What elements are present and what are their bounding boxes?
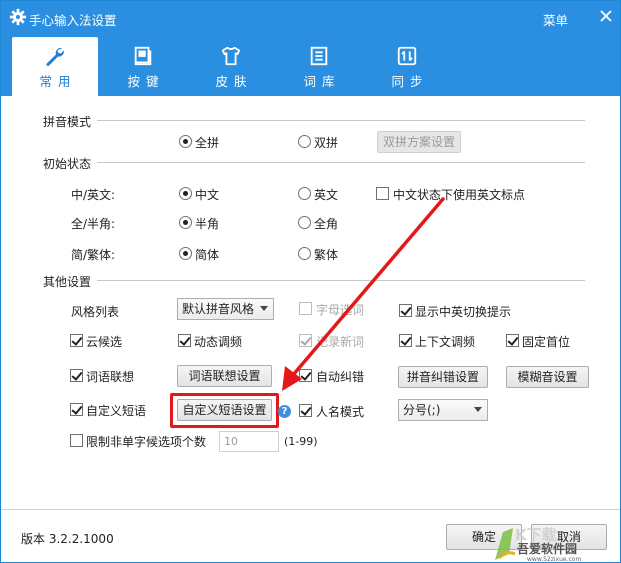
label-dynamic-freq: 动态调频 bbox=[194, 335, 243, 349]
divider bbox=[97, 280, 585, 281]
label-context-freq: 上下文调频 bbox=[415, 335, 476, 349]
footer-divider bbox=[1, 509, 620, 510]
tab-sync[interactable]: 同步 bbox=[364, 37, 450, 96]
tab-lexicon[interactable]: 词库 bbox=[276, 37, 362, 96]
settings-panel: 拼音模式 全拼 双拼 双拼方案设置 初始状态 中/英文: 中文 英文 中文状态下… bbox=[1, 96, 620, 562]
checkbox-context-freq[interactable] bbox=[399, 334, 412, 347]
section-initial-state: 初始状态 bbox=[43, 157, 92, 171]
label-script: 简/繁体: bbox=[71, 248, 116, 262]
radio-traditional[interactable] bbox=[298, 247, 311, 260]
checkbox-auto-correct[interactable] bbox=[299, 369, 312, 382]
label-lang: 中/英文: bbox=[71, 188, 116, 202]
style-list-value: 默认拼音风格 bbox=[182, 302, 255, 316]
word-association-settings-button[interactable]: 词语联想设置 bbox=[177, 365, 272, 387]
checkbox-record-new-words[interactable] bbox=[299, 334, 312, 347]
limit-range-hint: (1-99) bbox=[284, 435, 318, 448]
radio-english[interactable] bbox=[298, 187, 311, 200]
tab-skins[interactable]: 皮肤 bbox=[188, 37, 274, 96]
menu-button[interactable]: 菜单 bbox=[543, 10, 568, 29]
label-show-switch-hint: 显示中英切换提示 bbox=[415, 305, 512, 319]
label-record-new-words: 记录新词 bbox=[316, 335, 365, 349]
help-icon[interactable]: ? bbox=[278, 405, 291, 418]
keyboard-icon bbox=[134, 46, 152, 66]
watermark-logo: K下载 吾爱软件园 www.52zixue.com bbox=[495, 526, 581, 562]
checkbox-cloud-candidates[interactable] bbox=[70, 334, 83, 347]
label-cloud-candidates: 云候选 bbox=[86, 335, 123, 349]
tab-label: 同步 bbox=[391, 74, 429, 89]
checkbox-letter-select[interactable] bbox=[299, 302, 312, 315]
label-chinese: 中文 bbox=[195, 188, 220, 202]
label-name-mode: 人名模式 bbox=[316, 405, 365, 419]
pinyin-correct-settings-button[interactable]: 拼音纠错设置 bbox=[398, 366, 488, 388]
checkbox-dynamic-freq[interactable] bbox=[178, 334, 191, 347]
radio-double-pinyin[interactable] bbox=[298, 135, 311, 148]
document-icon bbox=[310, 46, 328, 66]
checkbox-show-switch-hint[interactable] bbox=[399, 304, 412, 317]
section-other-settings: 其他设置 bbox=[43, 275, 92, 289]
chevron-down-icon bbox=[260, 306, 268, 311]
tab-bar: 常用 按键 皮肤 词库 同步 bbox=[1, 34, 620, 96]
page-key-value: 分号(;) bbox=[403, 403, 441, 417]
settings-window: 手心输入法设置 菜单 常用 按键 皮肤 词库 同步 拼音模式 全拼 双拼 双拼方… bbox=[0, 0, 621, 563]
style-list-select[interactable]: 默认拼音风格 bbox=[177, 298, 274, 320]
checkbox-limit-candidates[interactable] bbox=[70, 434, 83, 447]
page-key-select[interactable]: 分号(;) bbox=[398, 399, 488, 421]
label-limit-candidates: 限制非单字候选项个数 bbox=[86, 435, 207, 449]
label-word-association: 词语联想 bbox=[86, 370, 135, 384]
fuzzy-sound-settings-button[interactable]: 模糊音设置 bbox=[506, 366, 589, 388]
window-title: 手心输入法设置 bbox=[29, 13, 117, 28]
sync-icon bbox=[397, 46, 417, 66]
radio-chinese[interactable] bbox=[179, 187, 192, 200]
svg-text:吾爱软件园: 吾爱软件园 bbox=[517, 541, 577, 556]
divider bbox=[97, 120, 585, 121]
radio-full-width[interactable] bbox=[298, 216, 311, 229]
shirt-icon bbox=[221, 46, 241, 66]
label-full-pinyin: 全拼 bbox=[195, 136, 220, 150]
label-letter-select: 字母选词 bbox=[316, 303, 365, 317]
label-english: 英文 bbox=[314, 188, 339, 202]
version-label: 版本 3.2.2.1000 bbox=[21, 532, 114, 546]
label-half-width: 半角 bbox=[195, 217, 220, 231]
svg-text:www.52zixue.com: www.52zixue.com bbox=[527, 556, 581, 562]
limit-candidates-input[interactable]: 10 bbox=[219, 431, 279, 452]
checkbox-word-association[interactable] bbox=[70, 369, 83, 382]
label-width: 全/半角: bbox=[71, 217, 116, 231]
label-traditional: 繁体 bbox=[314, 248, 339, 262]
checkbox-fixed-first[interactable] bbox=[506, 334, 519, 347]
tab-keys[interactable]: 按键 bbox=[100, 37, 186, 96]
label-custom-phrase: 自定义短语 bbox=[86, 404, 147, 418]
label-double-pinyin: 双拼 bbox=[314, 136, 339, 150]
checkbox-cn-en-punct[interactable] bbox=[376, 187, 389, 200]
chevron-down-icon bbox=[474, 407, 482, 412]
section-pinyin-mode: 拼音模式 bbox=[43, 115, 92, 129]
label-simplified: 简体 bbox=[195, 248, 220, 262]
tab-label: 皮肤 bbox=[215, 74, 253, 89]
radio-half-width[interactable] bbox=[179, 216, 192, 229]
label-full-width: 全角 bbox=[314, 217, 339, 231]
radio-simplified[interactable] bbox=[179, 247, 192, 260]
wrench-icon bbox=[46, 47, 64, 66]
label-style-list: 风格列表 bbox=[71, 305, 120, 319]
divider bbox=[97, 162, 585, 163]
tab-label: 按键 bbox=[127, 74, 165, 89]
tab-label: 常用 bbox=[39, 74, 77, 89]
close-icon[interactable] bbox=[597, 7, 615, 25]
label-fixed-first: 固定首位 bbox=[522, 335, 571, 349]
checkbox-custom-phrase[interactable] bbox=[70, 403, 83, 416]
title-bar: 手心输入法设置 菜单 bbox=[1, 1, 620, 34]
highlight-box bbox=[170, 393, 279, 428]
double-pinyin-settings-button[interactable]: 双拼方案设置 bbox=[377, 131, 461, 153]
label-cn-en-punct: 中文状态下使用英文标点 bbox=[393, 188, 526, 202]
radio-full-pinyin[interactable] bbox=[179, 135, 192, 148]
gear-icon bbox=[9, 8, 27, 26]
checkbox-name-mode[interactable] bbox=[299, 404, 312, 417]
tab-label: 词库 bbox=[303, 74, 341, 89]
tab-common[interactable]: 常用 bbox=[12, 37, 98, 96]
label-auto-correct: 自动纠错 bbox=[316, 370, 365, 384]
